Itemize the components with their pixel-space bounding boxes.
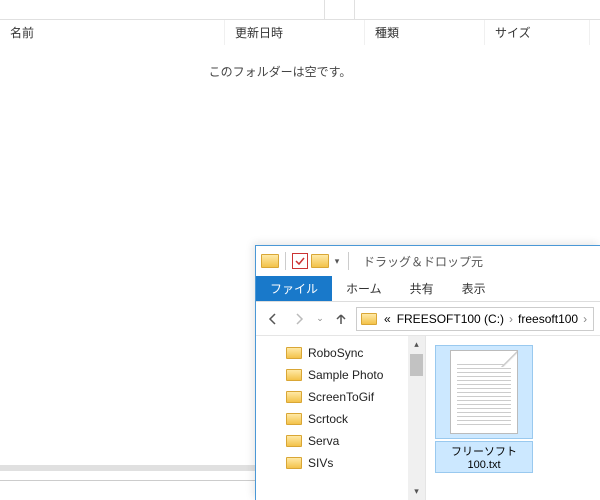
folder-icon (286, 435, 302, 447)
qat-separator (348, 252, 349, 270)
tab-home[interactable]: ホーム (332, 276, 396, 301)
nav-forward-button[interactable] (288, 308, 310, 330)
column-name[interactable]: 名前 (0, 20, 225, 45)
chevron-right-icon[interactable]: › (507, 312, 515, 326)
folder-icon (361, 313, 377, 325)
back-toolbar (0, 0, 600, 20)
column-type[interactable]: 種類 (365, 20, 485, 45)
qat-dropdown-icon[interactable]: ▾ (332, 256, 342, 267)
column-date[interactable]: 更新日時 (225, 20, 365, 45)
folder-icon (286, 369, 302, 381)
tree-item-label: Scrtock (308, 412, 348, 426)
folder-icon (286, 391, 302, 403)
qat-checkbox-icon[interactable] (292, 253, 308, 269)
breadcrumb-prefix: « (381, 312, 394, 326)
file-content-area[interactable]: フリーソフト100.txt (426, 336, 600, 500)
tree-item[interactable]: Scrtock (258, 408, 423, 430)
folder-icon (286, 413, 302, 425)
window-title: ドラッグ＆ドロップ元 (363, 253, 483, 270)
tab-view[interactable]: 表示 (448, 276, 500, 301)
file-item[interactable]: フリーソフト100.txt (436, 346, 532, 472)
tree-item[interactable]: Sample Photo (258, 364, 423, 386)
tab-share[interactable]: 共有 (396, 276, 448, 301)
folder-icon (286, 457, 302, 469)
tree-item-label: SIVs (308, 456, 333, 470)
foreground-explorer-window: ▾ ドラッグ＆ドロップ元 ファイル ホーム 共有 表示 ⌄ « FREESOFT… (255, 245, 600, 500)
text-file-icon (450, 350, 518, 434)
file-name-label[interactable]: フリーソフト100.txt (436, 442, 532, 472)
folder-icon (261, 254, 279, 268)
breadcrumb-folder[interactable]: freesoft100 (515, 312, 581, 326)
tree-item[interactable]: RoboSync (258, 342, 423, 364)
tree-item[interactable]: ScreenToGif (258, 386, 423, 408)
column-size[interactable]: サイズ (485, 20, 590, 45)
breadcrumb[interactable]: « FREESOFT100 (C:) › freesoft100 › (356, 307, 594, 331)
scroll-thumb[interactable] (410, 354, 423, 376)
tree-scrollbar[interactable]: ▴ ▾ (408, 336, 425, 500)
nav-back-button[interactable] (262, 308, 284, 330)
scroll-up-icon[interactable]: ▴ (408, 336, 425, 353)
folder-icon (286, 347, 302, 359)
tab-file[interactable]: ファイル (256, 276, 332, 301)
nav-up-button[interactable] (330, 308, 352, 330)
qat-separator (285, 252, 286, 270)
scroll-down-icon[interactable]: ▾ (408, 483, 425, 500)
chevron-right-icon[interactable]: › (581, 312, 589, 326)
tree-item-label: Sample Photo (308, 368, 383, 382)
tree-item[interactable]: SIVs (258, 452, 423, 474)
folder-icon[interactable] (311, 254, 329, 268)
ribbon-tabs: ファイル ホーム 共有 表示 (256, 276, 600, 302)
explorer-body: RoboSync Sample Photo ScreenToGif Scrtoc… (256, 336, 600, 500)
titlebar: ▾ ドラッグ＆ドロップ元 (256, 246, 600, 276)
tree-item[interactable]: Serva (258, 430, 423, 452)
empty-folder-message: このフォルダーは空です。 (0, 63, 560, 80)
address-bar: ⌄ « FREESOFT100 (C:) › freesoft100 › (256, 302, 600, 336)
breadcrumb-drive[interactable]: FREESOFT100 (C:) (394, 312, 507, 326)
nav-recent-dropdown[interactable]: ⌄ (314, 308, 326, 330)
navigation-tree: RoboSync Sample Photo ScreenToGif Scrtoc… (256, 336, 426, 500)
tree-item-label: Serva (308, 434, 339, 448)
tree-item-label: RoboSync (308, 346, 363, 360)
tree-item-label: ScreenToGif (308, 390, 374, 404)
column-headers: 名前 更新日時 種類 サイズ (0, 20, 600, 45)
